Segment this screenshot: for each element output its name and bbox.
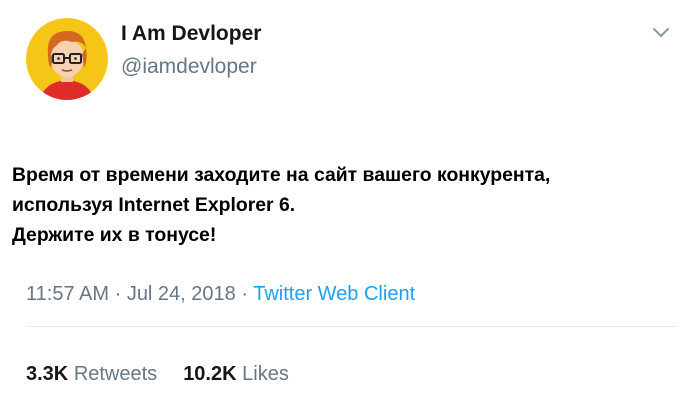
author-handle[interactable]: @iamdevloper [121, 55, 257, 79]
avatar[interactable] [26, 18, 108, 100]
tweet-time[interactable]: 11:57 AM [26, 283, 109, 305]
tweet-text-line: Держите их в тонусе! [12, 224, 217, 246]
tweet-text-line: используя Internet Explorer 6. [12, 194, 296, 216]
tweet-stats: 3.3K Retweets 10.2K Likes [26, 363, 289, 386]
chevron-down-icon[interactable] [648, 22, 674, 44]
meta-separator: · [109, 283, 127, 305]
meta-separator: · [235, 283, 254, 305]
likes-label: Likes [242, 363, 289, 385]
likes-count: 10.2K [183, 363, 237, 385]
tweet-text: Время от времени заходите на сайт вашего… [12, 160, 696, 250]
tweet-meta: 11:57 AM · Jul 24, 2018 · Twitter Web Cl… [26, 283, 415, 306]
tweet-date[interactable]: Jul 24, 2018 [127, 283, 236, 305]
retweets-stat[interactable]: 3.3K Retweets [26, 363, 157, 386]
tweet-text-line: Время от времени заходите на сайт вашего… [12, 164, 551, 186]
retweets-count: 3.3K [26, 363, 69, 385]
author-name[interactable]: I Am Devloper [121, 22, 261, 46]
likes-stat[interactable]: 10.2K Likes [183, 363, 289, 386]
retweets-label: Retweets [73, 363, 158, 385]
tweet-source-link[interactable]: Twitter Web Client [253, 283, 415, 305]
tweet-card: I Am Devloper @iamdevloper Время от врем… [0, 0, 700, 405]
divider [26, 326, 676, 327]
